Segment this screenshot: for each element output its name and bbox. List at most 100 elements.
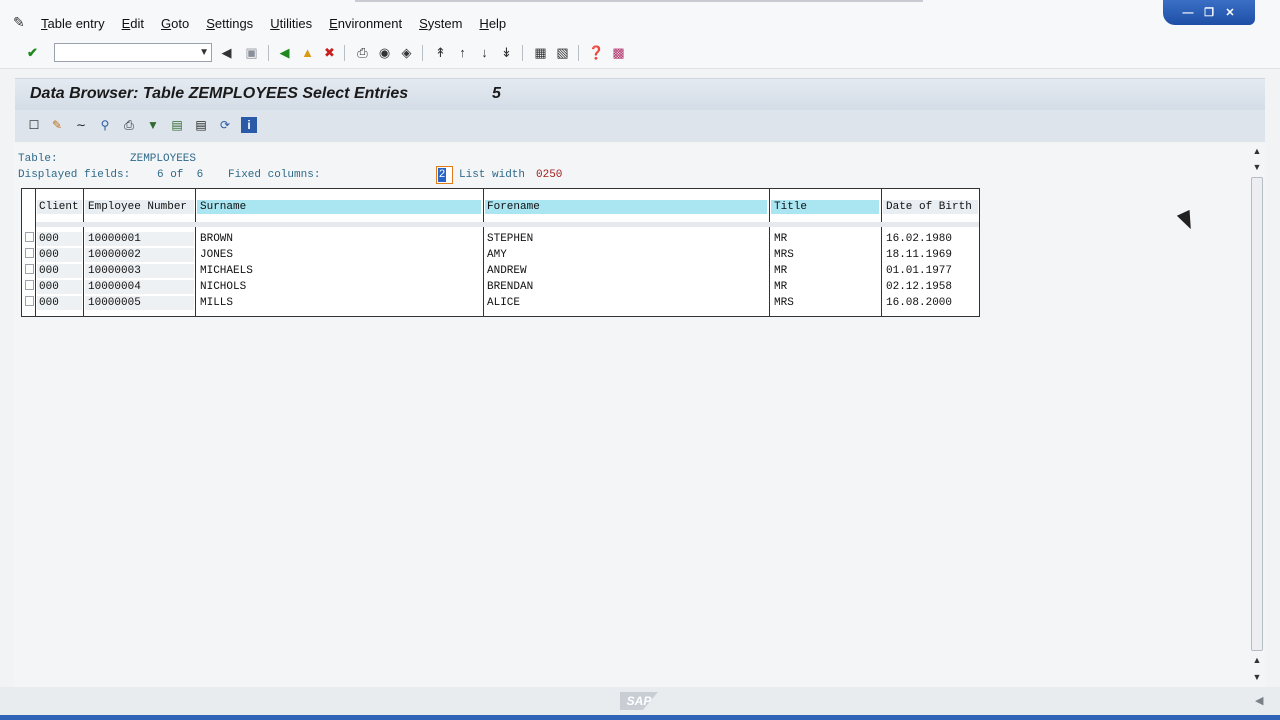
- window-controls: — ❐ ✕: [1163, 0, 1255, 25]
- status-expand-icon[interactable]: ◀: [1255, 694, 1263, 707]
- refresh-icon[interactable]: ⟳: [217, 117, 233, 133]
- fixed-columns-input[interactable]: 2: [436, 166, 453, 184]
- taskbar-strip: [0, 715, 1280, 720]
- first-page-icon[interactable]: ↟: [432, 44, 449, 61]
- edit-pencil-icon[interactable]: ✎: [49, 117, 65, 133]
- vertical-scrollbar[interactable]: ▲ ▼ ▲ ▼: [1249, 143, 1265, 687]
- header-forename[interactable]: Forename: [487, 199, 540, 215]
- cell-surname[interactable]: BROWN: [200, 231, 233, 247]
- close-icon[interactable]: ✕: [1222, 6, 1238, 20]
- menu-goto[interactable]: Goto: [161, 16, 189, 31]
- cell-surname[interactable]: MICHAELS: [200, 263, 253, 279]
- cell-employee-number[interactable]: 10000004: [88, 279, 141, 295]
- help-icon[interactable]: ❓: [588, 44, 605, 61]
- row-select-checkbox[interactable]: [25, 296, 34, 306]
- cell-forename[interactable]: ALICE: [487, 295, 520, 311]
- scroll-top-icon[interactable]: ▲: [1252, 146, 1262, 156]
- chevron-down-icon[interactable]: ▼: [199, 44, 209, 62]
- cell-forename[interactable]: ANDREW: [487, 263, 527, 279]
- menu-system[interactable]: System: [419, 16, 462, 31]
- fixed-columns-value: 2: [438, 168, 446, 182]
- cell-surname[interactable]: MILLS: [200, 295, 233, 311]
- scroll-up-icon[interactable]: ▼: [1252, 162, 1262, 172]
- fixed-columns-label: Fixed columns:: [228, 169, 321, 181]
- window-top-border: [355, 0, 923, 2]
- cell-date-of-birth[interactable]: 01.01.1977: [886, 263, 952, 279]
- cell-forename[interactable]: STEPHEN: [487, 231, 533, 247]
- list-width-value: 0250: [536, 169, 563, 181]
- restore-icon[interactable]: ❐: [1201, 6, 1217, 20]
- sort-icon[interactable]: ▤: [169, 117, 185, 133]
- cell-title[interactable]: MR: [774, 231, 787, 247]
- cell-client[interactable]: 000: [39, 295, 59, 311]
- enter-checkmark-icon[interactable]: ✔: [24, 44, 41, 61]
- cell-surname[interactable]: JONES: [200, 247, 233, 263]
- create-session-icon[interactable]: ▦: [532, 44, 549, 61]
- menu-edit[interactable]: Edit: [122, 16, 144, 31]
- find-next-icon[interactable]: ◈: [398, 44, 415, 61]
- header-client[interactable]: Client: [39, 199, 79, 215]
- exit-icon[interactable]: ▲: [299, 44, 316, 61]
- row-select-checkbox[interactable]: [25, 232, 34, 242]
- row-select-checkbox[interactable]: [25, 264, 34, 274]
- print-list-icon[interactable]: ⎙: [121, 117, 137, 133]
- cancel-icon[interactable]: ✖: [321, 44, 338, 61]
- page-title: Data Browser: Table ZEMPLOYEES Select En…: [30, 85, 409, 102]
- cell-client[interactable]: 000: [39, 247, 59, 263]
- cell-title[interactable]: MRS: [774, 295, 794, 311]
- cell-client[interactable]: 000: [39, 263, 59, 279]
- command-field[interactable]: ▼: [54, 43, 212, 62]
- cell-title[interactable]: MR: [774, 263, 787, 279]
- layout-menu-icon[interactable]: ▩: [610, 44, 627, 61]
- cell-employee-number[interactable]: 10000005: [88, 295, 141, 311]
- menu-table-entry[interactable]: Table entry: [41, 16, 105, 31]
- cell-surname[interactable]: NICHOLS: [200, 279, 246, 295]
- check-table-icon[interactable]: ∼: [73, 117, 89, 133]
- print-icon[interactable]: ⎙: [354, 44, 371, 61]
- row-select-checkbox[interactable]: [25, 248, 34, 258]
- new-entry-icon[interactable]: ☐: [26, 117, 42, 133]
- status-bar: SAP ◀: [0, 687, 1280, 715]
- info-icon[interactable]: i: [241, 117, 257, 133]
- minimize-icon[interactable]: —: [1180, 6, 1196, 20]
- scroll-bottom-icon[interactable]: ▼: [1252, 672, 1262, 682]
- menu-help[interactable]: Help: [479, 16, 506, 31]
- cell-date-of-birth[interactable]: 16.08.2000: [886, 295, 952, 311]
- save-icon[interactable]: ▣: [243, 44, 260, 61]
- details-icon[interactable]: ▤: [193, 117, 209, 133]
- next-page-icon[interactable]: ↓: [476, 44, 493, 61]
- cell-employee-number[interactable]: 10000001: [88, 231, 141, 247]
- menu-environment[interactable]: Environment: [329, 16, 402, 31]
- previous-page-icon[interactable]: ↑: [454, 44, 471, 61]
- cell-client[interactable]: 000: [39, 279, 59, 295]
- row-select-checkbox[interactable]: [25, 280, 34, 290]
- system-menu-icon[interactable]: ✎: [13, 14, 25, 31]
- cell-date-of-birth[interactable]: 16.02.1980: [886, 231, 952, 247]
- cell-employee-number[interactable]: 10000003: [88, 263, 141, 279]
- header-employee-number[interactable]: Employee Number: [88, 199, 187, 215]
- list-width-label: List width: [459, 169, 526, 181]
- cell-client[interactable]: 000: [39, 231, 59, 247]
- cell-title[interactable]: MR: [774, 279, 787, 295]
- cell-title[interactable]: MRS: [774, 247, 794, 263]
- back-icon[interactable]: ◀: [276, 44, 293, 61]
- last-page-icon[interactable]: ↡: [498, 44, 515, 61]
- filter-icon[interactable]: ▼: [145, 117, 161, 133]
- cell-employee-number[interactable]: 10000002: [88, 247, 141, 263]
- cell-forename[interactable]: AMY: [487, 247, 507, 263]
- scrollbar-track[interactable]: [1251, 177, 1263, 651]
- collapse-left-icon[interactable]: ◀: [218, 44, 235, 61]
- scroll-down-icon[interactable]: ▲: [1252, 655, 1262, 665]
- menu-utilities[interactable]: Utilities: [270, 16, 312, 31]
- system-toolbar: ✔ ▼ ◀ ▣ ◀ ▲ ✖ ⎙ ◉ ◈ ↟ ↑ ↓ ↡ ▦ ▧ ❓ ▩: [0, 38, 1280, 69]
- menu-settings[interactable]: Settings: [206, 16, 253, 31]
- header-date-of-birth[interactable]: Date of Birth: [886, 199, 972, 215]
- find-icon[interactable]: ◉: [376, 44, 393, 61]
- magnifier-icon[interactable]: ⚲: [97, 117, 113, 133]
- cell-forename[interactable]: BRENDAN: [487, 279, 533, 295]
- shortcut-icon[interactable]: ▧: [554, 44, 571, 61]
- cell-date-of-birth[interactable]: 18.11.1969: [886, 247, 952, 263]
- cell-date-of-birth[interactable]: 02.12.1958: [886, 279, 952, 295]
- header-title[interactable]: Title: [774, 199, 807, 215]
- header-surname[interactable]: Surname: [200, 199, 246, 215]
